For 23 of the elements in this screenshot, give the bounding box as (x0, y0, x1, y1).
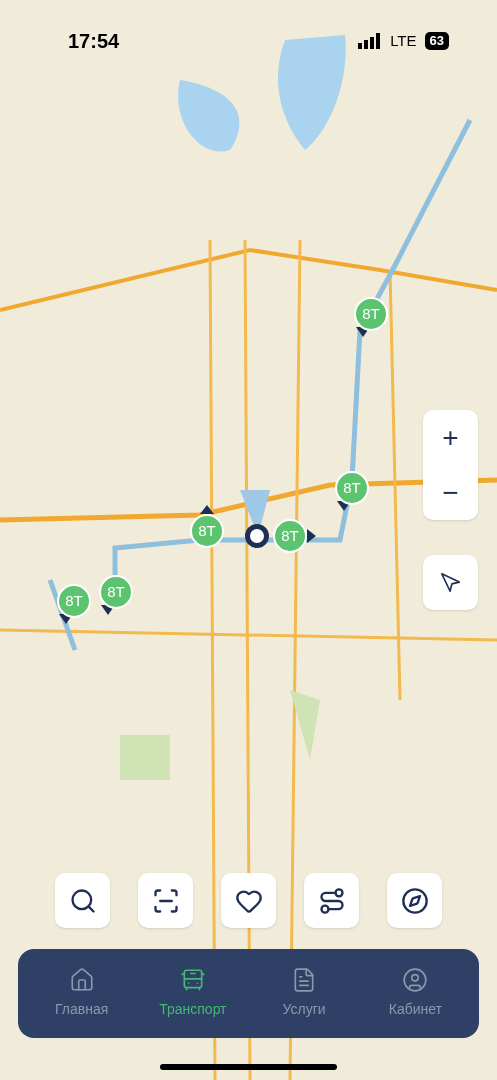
signal-icon (358, 33, 383, 49)
user-icon (402, 967, 429, 993)
tab[interactable]: Главная (31, 967, 132, 1020)
search-button[interactable] (55, 873, 110, 928)
bus-icon (179, 967, 206, 993)
search-icon (68, 886, 97, 915)
network-label: LTE (390, 30, 417, 51)
navigation-arrow-icon (439, 571, 462, 594)
route-icon (317, 886, 346, 915)
locate-button[interactable] (423, 555, 478, 610)
status-time: 17:54 (68, 29, 120, 54)
compass-icon (400, 886, 429, 915)
tab[interactable]: Транспорт (142, 967, 243, 1020)
zoom-out-button[interactable]: − (442, 478, 459, 507)
scan-icon (151, 886, 180, 915)
compass-button[interactable] (387, 873, 442, 928)
tab[interactable]: Услуги (254, 967, 355, 1020)
zoom-in-button[interactable]: + (442, 423, 459, 452)
tab[interactable]: Кабинет (365, 967, 466, 1020)
home-icon (68, 967, 95, 993)
scan-button[interactable] (138, 873, 193, 928)
route-button[interactable] (304, 873, 359, 928)
favorites-button[interactable] (221, 873, 276, 928)
